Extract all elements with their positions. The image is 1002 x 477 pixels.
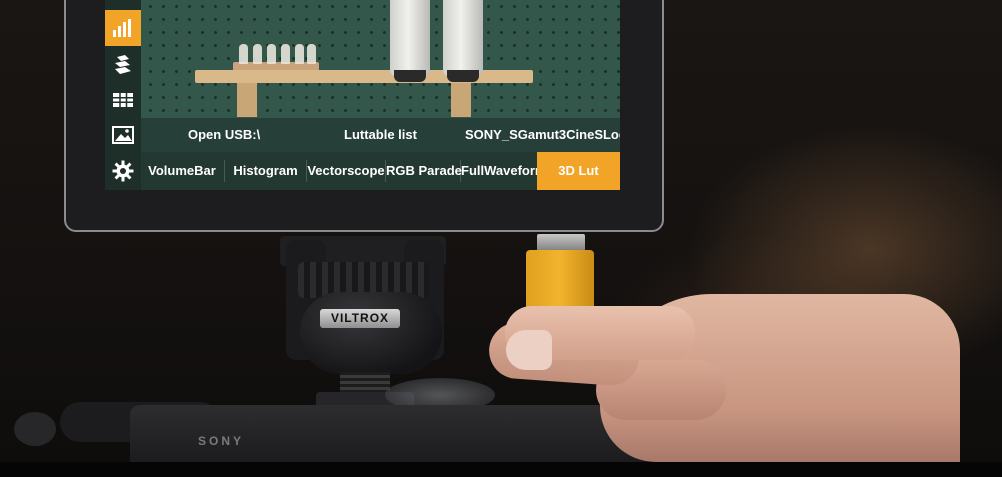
cine-lens bbox=[443, 0, 483, 82]
open-usb-button[interactable]: Open USB:\ bbox=[188, 127, 260, 142]
monitor-screen: Open USB:\ Luttable list SONY_SGamut3Cin… bbox=[105, 0, 620, 190]
nixie-tube bbox=[281, 44, 290, 64]
lut-table-list-button[interactable]: Luttable list bbox=[344, 127, 417, 142]
grid-icon bbox=[113, 93, 133, 107]
photo-scene: Open USB:\ Luttable list SONY_SGamut3Cin… bbox=[0, 0, 1002, 462]
gear-icon bbox=[112, 160, 134, 182]
strap-ring bbox=[14, 412, 56, 446]
nixie-tube bbox=[307, 44, 316, 64]
nixie-tube bbox=[239, 44, 248, 64]
current-lut-name: SONY_SGamut3CineSLog3_ bbox=[465, 127, 620, 142]
side-button-image[interactable] bbox=[105, 117, 141, 153]
tab-3d-lut[interactable]: 3D Lut bbox=[537, 152, 620, 190]
pegboard-background bbox=[105, 0, 620, 118]
side-button-grid[interactable] bbox=[105, 82, 141, 118]
tab-vectorscope[interactable]: Vectorscope bbox=[307, 152, 385, 190]
tool-tab-bar: VolumeBar Histogram Vectorscope RGB Para… bbox=[140, 152, 620, 190]
bar-chart-icon bbox=[113, 19, 131, 37]
side-button-settings[interactable] bbox=[105, 153, 141, 189]
tab-histogram[interactable]: Histogram bbox=[225, 152, 306, 190]
side-button-scopes[interactable] bbox=[105, 10, 141, 46]
shelf-leg bbox=[237, 83, 257, 117]
lut-info-row: Open USB:\ Luttable list SONY_SGamut3Cin… bbox=[140, 118, 620, 152]
side-button-layers[interactable] bbox=[105, 47, 141, 83]
shelf-leg bbox=[451, 83, 471, 117]
tab-volumebar[interactable]: VolumeBar bbox=[140, 152, 224, 190]
image-icon bbox=[112, 126, 134, 144]
layers-icon bbox=[115, 55, 131, 74]
bottom-letterbox bbox=[0, 462, 1002, 477]
mount-ball-head bbox=[300, 292, 442, 374]
tab-fullwaveform[interactable]: FullWaveform bbox=[461, 152, 546, 190]
hand-fingernail bbox=[506, 330, 552, 370]
nixie-tube bbox=[267, 44, 276, 64]
tab-rgb-parade[interactable]: RGB Parade bbox=[386, 152, 462, 190]
nixie-tube bbox=[295, 44, 304, 64]
camera-brand-logo: SONY bbox=[198, 434, 245, 448]
cine-lens bbox=[390, 0, 430, 82]
nixie-tube bbox=[253, 44, 262, 64]
viltrox-logo: VILTROX bbox=[320, 309, 400, 328]
